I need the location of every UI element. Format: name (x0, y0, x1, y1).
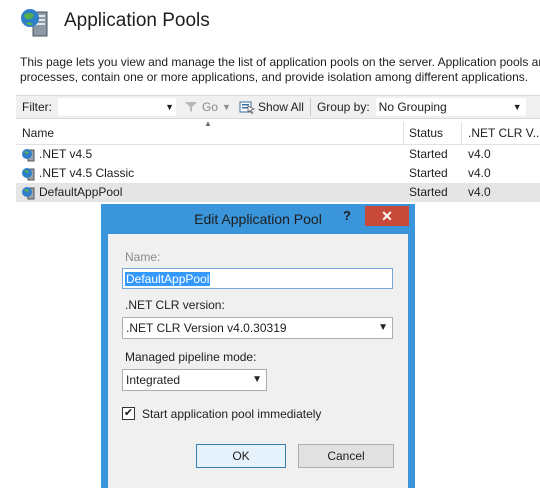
chevron-down-icon: ▼ (378, 322, 388, 333)
pool-name: DefaultAppPool (39, 185, 123, 199)
filter-toolbar: Filter: ▼ Go ▼ Show All Group by: No Gro… (16, 95, 540, 119)
start-immediately-checkbox[interactable]: ✔ (122, 407, 135, 420)
show-all-label: Show All (257, 100, 304, 114)
chevron-down-icon: ▼ (252, 374, 262, 385)
table-row[interactable]: DefaultAppPool Started v4.0 (16, 183, 540, 202)
funnel-icon (185, 102, 197, 112)
pool-status: Started (409, 166, 448, 180)
ok-button[interactable]: OK (196, 444, 286, 468)
application-pools-list: ▲ Name Status .NET CLR V... .NET v4.5 St… (16, 119, 540, 202)
app-pool-icon (22, 187, 35, 200)
close-icon: ✕ (381, 208, 393, 224)
clr-version-label: .NET CLR version: (125, 298, 225, 312)
application-pools-icon (21, 9, 48, 37)
help-button[interactable]: ? (343, 208, 351, 223)
group-by-value: No Grouping (378, 100, 447, 114)
name-field-value: DefaultAppPool (125, 272, 211, 286)
app-pool-icon (22, 149, 35, 162)
pool-name: .NET v4.5 (39, 147, 93, 161)
column-header-name[interactable]: Name (22, 126, 54, 140)
column-divider[interactable] (461, 122, 462, 144)
app-pool-icon (22, 168, 35, 181)
chevron-down-icon: ▼ (512, 102, 522, 112)
edit-application-pool-dialog: Edit Application Pool ? ✕ Name: DefaultA… (101, 204, 415, 488)
show-all-icon (239, 101, 255, 114)
pool-status: Started (409, 185, 448, 199)
group-by-label: Group by: (316, 100, 370, 114)
clr-version-select[interactable]: .NET CLR Version v4.0.30319 ▼ (122, 317, 393, 339)
table-row[interactable]: .NET v4.5 Started v4.0 (16, 145, 540, 164)
pipeline-mode-value: Integrated (126, 373, 181, 387)
go-label: Go (202, 100, 219, 114)
pool-status: Started (409, 147, 448, 161)
show-all-button[interactable]: Show All (239, 100, 304, 114)
column-header-clr-version[interactable]: .NET CLR V... (468, 126, 540, 140)
dialog-body: Name: DefaultAppPool .NET CLR version: .… (108, 234, 408, 488)
clr-version-value: .NET CLR Version v4.0.30319 (126, 321, 287, 335)
pool-clr-version: v4.0 (468, 185, 491, 199)
sort-ascending-icon: ▲ (204, 119, 212, 128)
page-description: This page lets you view and manage the l… (20, 55, 540, 85)
pipeline-mode-label: Managed pipeline mode: (125, 350, 257, 364)
column-header-status[interactable]: Status (409, 126, 443, 140)
checkmark-icon: ✔ (123, 407, 134, 419)
filter-dropdown-arrow-icon[interactable]: ▼ (165, 102, 174, 112)
name-label: Name: (125, 250, 161, 264)
pool-clr-version: v4.0 (468, 147, 491, 161)
filter-input[interactable]: ▼ (58, 98, 176, 116)
description-line-1: This page lets you view and manage the l… (20, 55, 540, 69)
pool-name: .NET v4.5 Classic (39, 166, 135, 180)
go-button[interactable]: Go ▼ (184, 100, 231, 114)
column-divider[interactable] (403, 122, 404, 144)
description-line-2: processes, contain one or more applicati… (20, 70, 529, 84)
table-row[interactable]: .NET v4.5 Classic Started v4.0 (16, 164, 540, 183)
page-title: Application Pools (64, 10, 210, 31)
go-dropdown-icon: ▼ (222, 102, 231, 112)
pipeline-mode-select[interactable]: Integrated ▼ (122, 369, 267, 391)
cancel-button[interactable]: Cancel (298, 444, 394, 468)
name-field[interactable]: DefaultAppPool (122, 268, 393, 289)
start-immediately-label[interactable]: Start application pool immediately (142, 407, 321, 421)
list-header: ▲ Name Status .NET CLR V... (16, 119, 540, 145)
pool-clr-version: v4.0 (468, 166, 491, 180)
group-by-select[interactable]: No Grouping ▼ (375, 98, 526, 116)
close-button[interactable]: ✕ (365, 206, 409, 226)
filter-label: Filter: (22, 100, 52, 114)
toolbar-separator (309, 98, 311, 116)
